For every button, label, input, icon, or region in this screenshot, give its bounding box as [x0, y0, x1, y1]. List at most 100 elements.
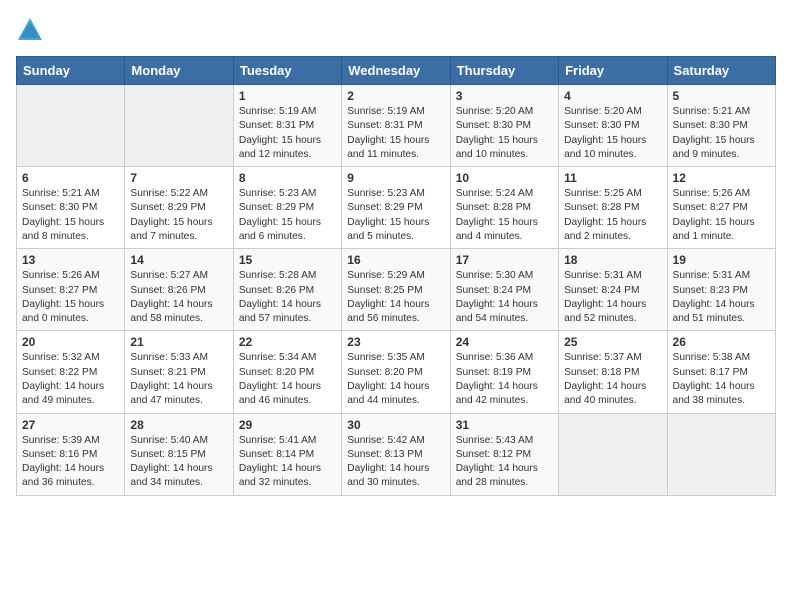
day-number: 21 — [130, 335, 227, 349]
day-content: Sunrise: 5:37 AM Sunset: 8:18 PM Dayligh… — [564, 351, 661, 408]
day-number: 7 — [130, 171, 227, 185]
calendar-week-row: 6 Sunrise: 5:21 AM Sunset: 8:30 PM Daylig… — [17, 167, 776, 249]
day-content: Sunrise: 5:40 AM Sunset: 8:15 PM Dayligh… — [130, 434, 227, 491]
day-number: 19 — [673, 253, 770, 267]
day-content: Sunrise: 5:21 AM Sunset: 8:30 PM Dayligh… — [673, 105, 770, 162]
day-content: Sunrise: 5:22 AM Sunset: 8:29 PM Dayligh… — [130, 187, 227, 244]
day-number: 9 — [347, 171, 444, 185]
calendar-cell: 6 Sunrise: 5:21 AM Sunset: 8:30 PM Daylig… — [17, 167, 125, 249]
calendar-cell: 27 Sunrise: 5:39 AM Sunset: 8:16 PM Dayli… — [17, 413, 125, 495]
calendar-cell: 15Sunrise: 5:28 AM Sunset: 8:26 PM Dayli… — [233, 249, 341, 331]
day-number: 2 — [347, 89, 444, 103]
calendar-week-row: 20 Sunrise: 5:32 AM Sunset: 8:22 PM Dayli… — [17, 331, 776, 413]
calendar-cell: 17 Sunrise: 5:30 AM Sunset: 8:24 PM Dayli… — [450, 249, 558, 331]
calendar-cell — [17, 85, 125, 167]
calendar-cell — [125, 85, 233, 167]
calendar-cell — [559, 413, 667, 495]
calendar-cell: 25 Sunrise: 5:37 AM Sunset: 8:18 PM Dayli… — [559, 331, 667, 413]
day-content: Sunrise: 5:33 AM Sunset: 8:21 PM Dayligh… — [130, 351, 227, 408]
calendar-cell — [667, 413, 775, 495]
calendar-cell: 11 Sunrise: 5:25 AM Sunset: 8:28 PM Dayli… — [559, 167, 667, 249]
day-number: 3 — [456, 89, 553, 103]
day-number: 26 — [673, 335, 770, 349]
day-number: 20 — [22, 335, 119, 349]
calendar-cell: 16 Sunrise: 5:29 AM Sunset: 8:25 PM Dayli… — [342, 249, 450, 331]
day-content: Sunrise: 5:26 AM Sunset: 8:27 PM Dayligh… — [673, 187, 770, 244]
day-content: Sunrise: 5:31 AM Sunset: 8:23 PM Dayligh… — [673, 269, 770, 326]
calendar-cell: 29 Sunrise: 5:41 AM Sunset: 8:14 PM Dayli… — [233, 413, 341, 495]
calendar-cell: 1 Sunrise: 5:19 AM Sunset: 8:31 PM Daylig… — [233, 85, 341, 167]
day-content: Sunrise: 5:26 AM Sunset: 8:27 PM Dayligh… — [22, 269, 119, 326]
calendar-cell: 8 Sunrise: 5:23 AM Sunset: 8:29 PM Daylig… — [233, 167, 341, 249]
day-number: 10 — [456, 171, 553, 185]
calendar-day-header: Monday — [125, 57, 233, 85]
day-content: Sunrise: 5:27 AM Sunset: 8:26 PM Dayligh… — [130, 269, 227, 326]
day-content: Sunrise: 5:29 AM Sunset: 8:25 PM Dayligh… — [347, 269, 444, 326]
day-content: Sunrise: 5:31 AM Sunset: 8:24 PM Dayligh… — [564, 269, 661, 326]
day-number: 13 — [22, 253, 119, 267]
day-content: Sunrise: 5:38 AM Sunset: 8:17 PM Dayligh… — [673, 351, 770, 408]
day-content: Sunrise: 5:36 AM Sunset: 8:19 PM Dayligh… — [456, 351, 553, 408]
day-content: Sunrise: 5:41 AM Sunset: 8:14 PM Dayligh… — [239, 434, 336, 491]
day-content: Sunrise: 5:19 AM Sunset: 8:31 PM Dayligh… — [347, 105, 444, 162]
day-content: Sunrise: 5:32 AM Sunset: 8:22 PM Dayligh… — [22, 351, 119, 408]
day-content: Sunrise: 5:24 AM Sunset: 8:28 PM Dayligh… — [456, 187, 553, 244]
calendar-day-header: Wednesday — [342, 57, 450, 85]
calendar-cell: 28 Sunrise: 5:40 AM Sunset: 8:15 PM Dayli… — [125, 413, 233, 495]
calendar-cell: 18 Sunrise: 5:31 AM Sunset: 8:24 PM Dayli… — [559, 249, 667, 331]
day-number: 11 — [564, 171, 661, 185]
day-content: Sunrise: 5:39 AM Sunset: 8:16 PM Dayligh… — [22, 434, 119, 491]
calendar-cell: 13 Sunrise: 5:26 AM Sunset: 8:27 PM Dayli… — [17, 249, 125, 331]
day-content: Sunrise: 5:25 AM Sunset: 8:28 PM Dayligh… — [564, 187, 661, 244]
day-number: 30 — [347, 418, 444, 432]
calendar-cell: 24 Sunrise: 5:36 AM Sunset: 8:19 PM Dayli… — [450, 331, 558, 413]
calendar-cell: 9 Sunrise: 5:23 AM Sunset: 8:29 PM Daylig… — [342, 167, 450, 249]
day-number: 8 — [239, 171, 336, 185]
day-content: Sunrise: 5:35 AM Sunset: 8:20 PM Dayligh… — [347, 351, 444, 408]
day-content: Sunrise: 5:23 AM Sunset: 8:29 PM Dayligh… — [347, 187, 444, 244]
day-number: 4 — [564, 89, 661, 103]
day-content: Sunrise: 5:19 AM Sunset: 8:31 PM Dayligh… — [239, 105, 336, 162]
calendar-cell: 20 Sunrise: 5:32 AM Sunset: 8:22 PM Dayli… — [17, 331, 125, 413]
day-number: 22 — [239, 335, 336, 349]
page-header — [16, 16, 776, 44]
day-number: 31 — [456, 418, 553, 432]
calendar-cell: 23Sunrise: 5:35 AM Sunset: 8:20 PM Dayli… — [342, 331, 450, 413]
day-number: 16 — [347, 253, 444, 267]
day-content: Sunrise: 5:34 AM Sunset: 8:20 PM Dayligh… — [239, 351, 336, 408]
day-number: 14 — [130, 253, 227, 267]
day-number: 24 — [456, 335, 553, 349]
calendar-cell: 19 Sunrise: 5:31 AM Sunset: 8:23 PM Dayli… — [667, 249, 775, 331]
calendar-cell: 5 Sunrise: 5:21 AM Sunset: 8:30 PM Daylig… — [667, 85, 775, 167]
day-number: 28 — [130, 418, 227, 432]
day-content: Sunrise: 5:21 AM Sunset: 8:30 PM Dayligh… — [22, 187, 119, 244]
day-number: 25 — [564, 335, 661, 349]
calendar-cell: 26 Sunrise: 5:38 AM Sunset: 8:17 PM Dayli… — [667, 331, 775, 413]
day-number: 12 — [673, 171, 770, 185]
logo — [16, 16, 48, 44]
calendar-day-header: Saturday — [667, 57, 775, 85]
day-number: 18 — [564, 253, 661, 267]
calendar-cell: 4 Sunrise: 5:20 AM Sunset: 8:30 PM Daylig… — [559, 85, 667, 167]
calendar-cell: 3Sunrise: 5:20 AM Sunset: 8:30 PM Daylig… — [450, 85, 558, 167]
calendar-cell: 21 Sunrise: 5:33 AM Sunset: 8:21 PM Dayli… — [125, 331, 233, 413]
calendar-day-header: Tuesday — [233, 57, 341, 85]
day-content: Sunrise: 5:20 AM Sunset: 8:30 PM Dayligh… — [564, 105, 661, 162]
calendar-header-row: SundayMondayTuesdayWednesdayThursdayFrid… — [17, 57, 776, 85]
day-number: 17 — [456, 253, 553, 267]
logo-icon — [16, 16, 44, 44]
calendar-cell: 31 Sunrise: 5:43 AM Sunset: 8:12 PM Dayli… — [450, 413, 558, 495]
calendar-cell: 10 Sunrise: 5:24 AM Sunset: 8:28 PM Dayli… — [450, 167, 558, 249]
day-content: Sunrise: 5:30 AM Sunset: 8:24 PM Dayligh… — [456, 269, 553, 326]
calendar-table: SundayMondayTuesdayWednesdayThursdayFrid… — [16, 56, 776, 496]
day-content: Sunrise: 5:43 AM Sunset: 8:12 PM Dayligh… — [456, 434, 553, 491]
calendar-cell: 30Sunrise: 5:42 AM Sunset: 8:13 PM Dayli… — [342, 413, 450, 495]
day-number: 6 — [22, 171, 119, 185]
day-number: 5 — [673, 89, 770, 103]
day-content: Sunrise: 5:23 AM Sunset: 8:29 PM Dayligh… — [239, 187, 336, 244]
day-number: 1 — [239, 89, 336, 103]
calendar-cell: 2 Sunrise: 5:19 AM Sunset: 8:31 PM Daylig… — [342, 85, 450, 167]
day-number: 27 — [22, 418, 119, 432]
calendar-cell: 22 Sunrise: 5:34 AM Sunset: 8:20 PM Dayli… — [233, 331, 341, 413]
day-number: 29 — [239, 418, 336, 432]
